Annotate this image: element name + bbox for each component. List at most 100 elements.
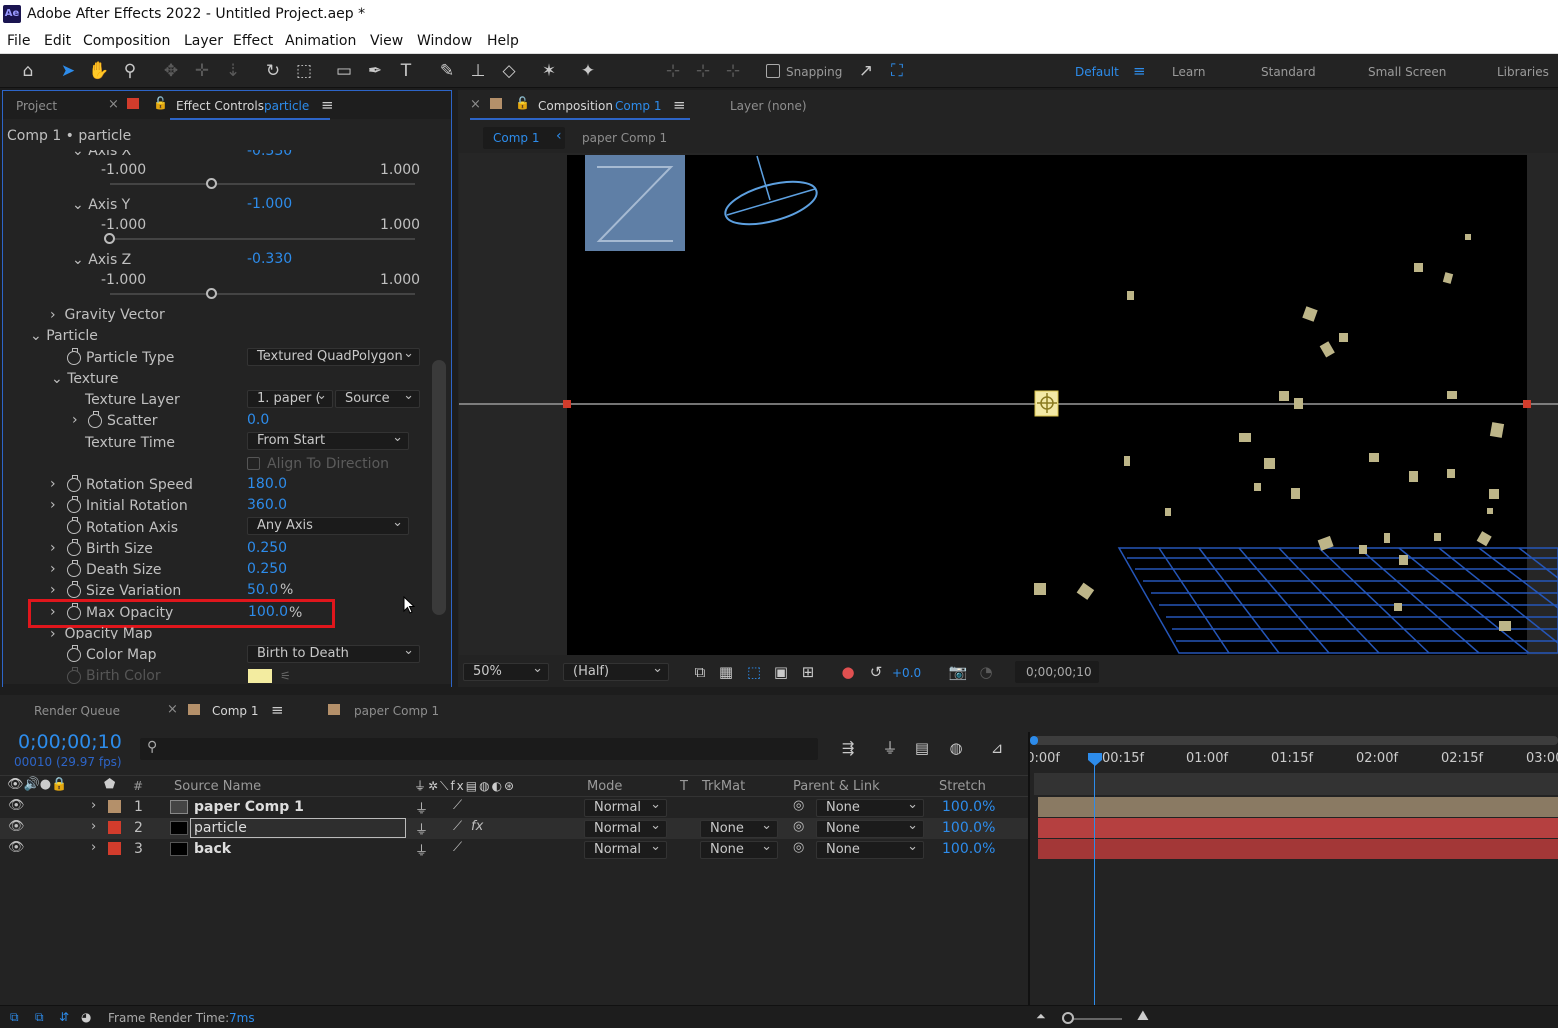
tab-composition[interactable]: Composition xyxy=(538,99,613,113)
death-size-expand-arrow[interactable]: › xyxy=(50,561,56,577)
menu-window[interactable]: Window xyxy=(417,33,472,49)
mask-visibility-icon[interactable]: ▣ xyxy=(769,661,793,683)
snap-target-icon[interactable]: ⛶ xyxy=(885,60,909,82)
resolution-dropdown[interactable]: (Half) xyxy=(563,661,669,681)
stopwatch-icon[interactable] xyxy=(67,517,81,534)
color-channels-icon[interactable]: ● xyxy=(836,661,860,683)
work-area-bar[interactable] xyxy=(1034,736,1558,745)
menu-animation[interactable]: Animation xyxy=(285,33,356,49)
snapshot-camera-icon[interactable]: 📷 xyxy=(946,661,970,683)
stopwatch-icon[interactable] xyxy=(67,667,81,684)
region-of-interest-icon[interactable]: ⬚ xyxy=(742,661,766,683)
stopwatch-icon[interactable] xyxy=(67,560,81,577)
layer-mode-dropdown[interactable]: Normal xyxy=(584,839,667,859)
texture-source-dropdown[interactable]: Source xyxy=(335,388,420,408)
orbit-camera-icon[interactable]: ✥ xyxy=(159,60,183,82)
workspace-libraries[interactable]: Libraries xyxy=(1497,65,1549,79)
tab-effect-controls[interactable]: Effect Controls xyxy=(176,99,264,113)
axis-y-slider-track[interactable] xyxy=(110,238,415,240)
axis-x-slider-track[interactable] xyxy=(110,183,415,185)
stopwatch-icon[interactable] xyxy=(88,411,102,428)
show-snapshot-icon[interactable]: ◔ xyxy=(974,661,998,683)
close-icon[interactable]: × xyxy=(108,97,119,112)
axis-y-slider-knob[interactable] xyxy=(104,233,115,244)
lock-icon[interactable]: 🔓 xyxy=(153,96,168,110)
pan-camera-icon[interactable]: ✛ xyxy=(190,60,214,82)
exposure-value[interactable]: +0.0 xyxy=(892,666,921,680)
parent-dropdown[interactable]: None xyxy=(816,839,924,859)
axis-y-label[interactable]: ⌄ Axis Y xyxy=(72,197,130,213)
align-to-direction-checkbox[interactable] xyxy=(247,457,260,470)
effect-fx-icon[interactable]: fx xyxy=(471,819,483,839)
tab-render-queue[interactable]: Render Queue xyxy=(34,704,120,718)
clone-stamp-tool-icon[interactable]: ⊥ xyxy=(466,60,490,82)
birth-color-swatch[interactable] xyxy=(248,669,272,683)
axis-z-label[interactable]: ⌄ Axis Z xyxy=(72,252,131,268)
scatter-expand-arrow[interactable]: › xyxy=(72,412,78,428)
rotation-speed-expand-arrow[interactable]: › xyxy=(50,476,56,492)
composition-canvas[interactable] xyxy=(459,153,1558,655)
layer-bar-paper-comp[interactable] xyxy=(1038,797,1558,817)
death-size-value[interactable]: 0.250 xyxy=(247,561,287,577)
size-variation-value[interactable]: 50.0 xyxy=(247,582,278,598)
rotation-axis-dropdown[interactable]: Any Axis xyxy=(247,515,409,535)
stopwatch-icon[interactable] xyxy=(67,539,81,556)
trkmat-dropdown[interactable]: None xyxy=(700,818,778,838)
menu-help[interactable]: Help xyxy=(487,33,519,49)
layer-mode-dropdown[interactable]: Normal xyxy=(584,818,667,838)
tab-timeline-comp1[interactable]: Comp 1 xyxy=(212,704,258,718)
expand-arrow-icon[interactable]: › xyxy=(91,819,96,839)
stopwatch-icon[interactable] xyxy=(67,581,81,598)
stopwatch-icon[interactable] xyxy=(67,348,81,365)
axis-z-value[interactable]: -0.330 xyxy=(247,251,292,267)
layer-name[interactable]: paper Comp 1 xyxy=(194,799,304,819)
stretch-value[interactable]: 100.0% xyxy=(942,820,995,840)
expand-arrow-icon[interactable]: › xyxy=(91,798,96,818)
graph-editor-icon[interactable]: ⊿ xyxy=(985,737,1009,759)
menu-layer[interactable]: Layer xyxy=(184,33,223,49)
composition-mini-flowchart-icon[interactable]: ⇶ xyxy=(836,737,860,759)
dolly-camera-icon[interactable]: ⇣ xyxy=(221,60,245,82)
menu-view[interactable]: View xyxy=(370,33,403,49)
quality-switch-icon[interactable]: ⟋ xyxy=(453,798,462,818)
tab-layer[interactable]: Layer (none) xyxy=(730,99,807,113)
stretch-value[interactable]: 100.0% xyxy=(942,841,995,861)
timeline-search-input[interactable] xyxy=(140,738,818,760)
parent-pickwhip-icon[interactable]: ◎ xyxy=(793,798,804,818)
snapping-checkbox[interactable] xyxy=(766,64,780,78)
pan-behind-tool-icon[interactable]: ⬚ xyxy=(292,60,316,82)
transparency-grid-icon[interactable]: ▦ xyxy=(714,661,738,683)
menu-effect[interactable]: Effect xyxy=(233,33,273,49)
birth-size-expand-arrow[interactable]: › xyxy=(50,540,56,556)
layer-bar-back[interactable] xyxy=(1038,839,1558,859)
parent-pickwhip-icon[interactable]: ◎ xyxy=(793,819,804,839)
close-icon[interactable]: × xyxy=(470,97,481,112)
layer-mode-dropdown[interactable]: Normal xyxy=(584,797,667,817)
snap-options-icon[interactable]: ↗ xyxy=(854,60,878,82)
menu-file[interactable]: File xyxy=(7,33,30,49)
toggle-render-time-icon[interactable]: ◕ xyxy=(81,1010,91,1024)
collapse-transform-icon[interactable]: ⏚ xyxy=(415,798,428,818)
eraser-tool-icon[interactable]: ◇ xyxy=(497,60,521,82)
toggle-in-out-icon[interactable]: ⇵ xyxy=(59,1010,69,1024)
axis-z-slider-track[interactable] xyxy=(110,293,415,295)
layer-name[interactable]: back xyxy=(194,841,231,861)
birth-size-value[interactable]: 0.250 xyxy=(247,540,287,556)
guides-options-icon[interactable]: ⊞ xyxy=(796,661,820,683)
magnification-dropdown[interactable]: 50% xyxy=(463,661,549,681)
layer-label-color[interactable] xyxy=(108,821,121,834)
menu-edit[interactable]: Edit xyxy=(44,33,71,49)
layer-bar-particle[interactable] xyxy=(1038,818,1558,838)
flow-tab-comp1[interactable]: Comp 1 xyxy=(493,131,539,145)
flow-tab-paper-comp[interactable]: paper Comp 1 xyxy=(582,131,667,145)
timeline-timecode[interactable]: 0;00;00;10 xyxy=(18,731,122,753)
frame-blending-icon[interactable]: ◍ xyxy=(944,737,968,759)
tab-timeline-paper-comp[interactable]: paper Comp 1 xyxy=(354,704,439,718)
workspace-learn[interactable]: Learn xyxy=(1172,65,1206,79)
panel-menu-icon[interactable]: ≡ xyxy=(321,96,334,114)
label-tag-icon[interactable]: ⬟ xyxy=(104,777,115,792)
view-axis-icon[interactable]: ⊹ xyxy=(721,60,745,82)
particle-type-dropdown[interactable]: Textured QuadPolygon xyxy=(247,346,420,366)
quality-switch-icon[interactable]: ⟋ xyxy=(453,819,462,839)
axis-y-value[interactable]: -1.000 xyxy=(247,196,292,212)
